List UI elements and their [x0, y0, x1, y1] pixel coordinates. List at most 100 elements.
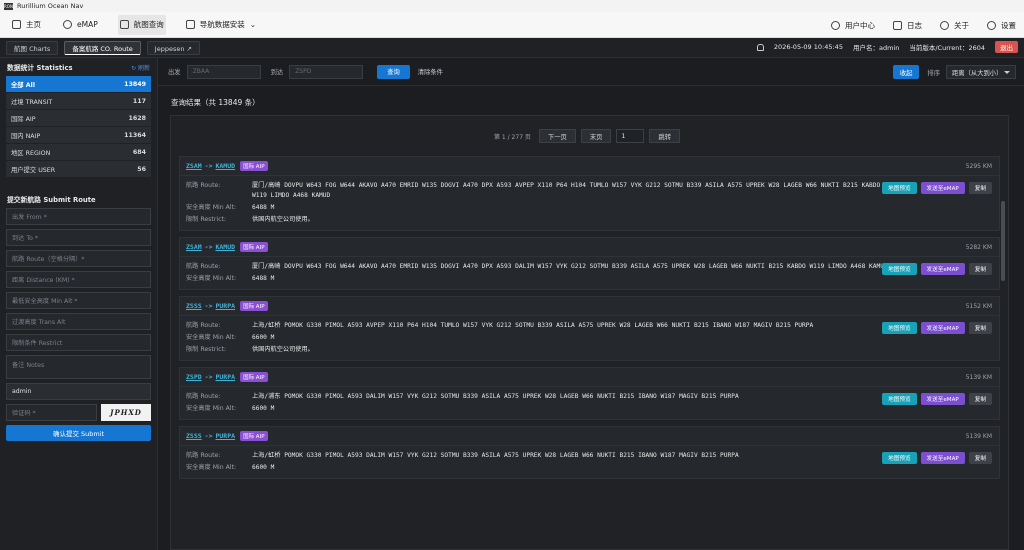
captcha-field[interactable]: 验证码 * — [6, 404, 97, 421]
captcha-image[interactable]: JPHXD — [101, 404, 151, 421]
card-header: ZSAM -> KAMUD 国际 AIP 5295 KM — [180, 157, 999, 176]
menu-chart-query[interactable]: 航图查询 — [117, 14, 166, 35]
send-emap-button[interactable]: 发送至eMAP — [920, 393, 965, 405]
arrow-right-icon: -> — [204, 373, 213, 381]
distance: 5139 KM — [965, 433, 992, 440]
send-emap-button[interactable]: 发送至eMAP — [920, 182, 965, 194]
results-list: 第 1 / 277 页 下一页 末页 1 跳转 ZSAM -> KAMUD 国际 A… — [170, 115, 1009, 550]
refresh-button[interactable]: ↻ 刷新 — [131, 63, 150, 72]
copy-button[interactable]: 复制 — [968, 182, 992, 194]
page-number-input[interactable]: 1 — [616, 129, 645, 143]
clear-filter-link[interactable]: 清除条件 — [418, 67, 443, 76]
to-input[interactable]: ZSPD — [289, 64, 364, 79]
copy-button[interactable]: 复制 — [968, 452, 992, 464]
collapse-button[interactable]: 收起 — [892, 65, 920, 79]
card-body: 航路 Route: 厦门/高崎 DOVPU W643 FOG W644 AKAVO… — [180, 257, 999, 289]
restrict-value: 供国内航空公司使用。 — [252, 346, 314, 353]
submit-button[interactable]: 确认提交 Submit — [6, 425, 151, 441]
route-title-link[interactable]: ZSAM -> KAMUD — [186, 243, 235, 251]
menu-about[interactable]: 关于 — [938, 15, 971, 35]
window-title: Rurillium Ocean Nav — [17, 2, 84, 10]
card-header: ZSSS -> PURPA 国际 AIP 5152 KM — [180, 297, 999, 316]
distance: 5295 KM — [965, 163, 992, 170]
stat-region[interactable]: 地区 REGION 684 — [6, 144, 151, 160]
route-card: ZSSS -> PURPA 国际 AIP 5139 KM 航路 Route: 上海/虹… — [179, 426, 1000, 479]
distance-field[interactable]: 距离 Distance (KM) * — [6, 271, 151, 288]
min-alt-field[interactable]: 最低安全高度 Min Alt * — [6, 292, 151, 309]
download-icon — [185, 20, 195, 29]
category-badge: 国际 AIP — [240, 301, 268, 311]
filter-bar: 出发 ZBAA 到达 ZSPD 查询 清除条件 收起 排序 距离（从大到小） — [158, 58, 1024, 86]
query-button[interactable]: 查询 — [377, 64, 410, 79]
card-body: 航路 Route: 上海/虹桥 POMOK G330 PIMOL A593 DAL… — [180, 446, 999, 478]
distance: 5139 KM — [965, 374, 992, 381]
route-card: ZSAM -> KAMUD 国际 AIP 5282 KM 航路 Route: 厦门/高… — [179, 237, 1000, 290]
route-title-link[interactable]: ZSSS -> PURPA — [186, 302, 235, 310]
menu-emap[interactable]: eMAP — [61, 15, 100, 35]
sort-select[interactable]: 距离（从大到小） — [946, 65, 1016, 79]
route-string: 上海/虹桥 POMOK G330 PIMOL A593 AVPEP X110 P… — [252, 322, 814, 329]
category-badge: 国际 AIP — [240, 242, 268, 252]
copy-button[interactable]: 复制 — [968, 393, 992, 405]
map-preview-button[interactable]: 地图预览 — [882, 452, 917, 464]
globe-icon — [63, 20, 72, 29]
tab-charts[interactable]: 航图 Charts — [6, 40, 59, 55]
sort-label: 排序 — [927, 69, 940, 77]
map-preview-button[interactable]: 地图预览 — [882, 182, 917, 194]
username-display: 用户名：admin — [852, 44, 900, 52]
min-alt-value: 6600 M — [252, 334, 275, 341]
copy-button[interactable]: 复制 — [968, 322, 992, 334]
send-emap-button[interactable]: 发送至eMAP — [920, 452, 965, 464]
notes-field[interactable]: 备注 Notes — [6, 355, 151, 379]
stat-all[interactable]: 全部 All 13849 — [6, 76, 151, 92]
tab-jeppesen[interactable]: Jeppesen ↗ — [146, 40, 200, 55]
menu-user-center[interactable]: 用户中心 — [829, 15, 877, 35]
submit-header: 提交新航路 Submit Route — [7, 196, 96, 204]
route-string: 上海/浦东 POMOK G330 PIMOL A593 DALIM W157 V… — [252, 393, 739, 400]
map-preview-button[interactable]: 地图预览 — [882, 263, 917, 275]
logout-button[interactable]: 退出 — [995, 41, 1018, 53]
menu-navdata-install[interactable]: 导航数据安装 ⌄ — [184, 15, 258, 35]
document-icon — [119, 20, 129, 29]
next-page-button[interactable]: 下一页 — [538, 129, 576, 143]
stat-naip[interactable]: 国内 NAIP 11364 — [6, 127, 151, 143]
stat-user[interactable]: 用户提交 USER 56 — [6, 161, 151, 177]
help-icon — [940, 20, 949, 30]
stat-aip[interactable]: 国际 AIP 1628 — [6, 110, 151, 126]
last-page-button[interactable]: 末页 — [580, 129, 612, 143]
from-field[interactable]: 出发 From * — [6, 208, 151, 225]
pager: 第 1 / 277 页 下一页 末页 1 跳转 — [171, 116, 1008, 156]
category-badge: 国际 AIP — [240, 161, 268, 171]
to-field[interactable]: 到达 To * — [6, 229, 151, 246]
restrict-field[interactable]: 限制条件 Restrict — [6, 334, 151, 351]
jump-button[interactable]: 跳转 — [649, 129, 680, 143]
send-emap-button[interactable]: 发送至eMAP — [920, 322, 965, 334]
menu-settings[interactable]: 设置 — [985, 15, 1018, 35]
send-emap-button[interactable]: 发送至eMAP — [920, 263, 965, 275]
route-field[interactable]: 航路 Route（空格分隔）* — [6, 250, 151, 267]
min-alt-value: 6488 M — [252, 204, 275, 211]
window-titlebar: RON Rurillium Ocean Nav — [0, 0, 1024, 12]
route-title-link[interactable]: ZSAM -> KAMUD — [186, 162, 235, 170]
chevron-down-icon — [1004, 70, 1010, 74]
tab-co-route[interactable]: 备案航路 CO. Route — [64, 40, 141, 55]
route-title-link[interactable]: ZSPD -> PURPA — [186, 373, 235, 381]
trans-alt-field[interactable]: 过渡高度 Trans Alt — [6, 313, 151, 330]
stat-transit[interactable]: 过境 TRANSIT 117 — [6, 93, 151, 109]
map-preview-button[interactable]: 地图预览 — [882, 322, 917, 334]
username-field[interactable]: admin — [6, 383, 151, 400]
user-icon — [831, 20, 840, 30]
category-badge: 国际 AIP — [240, 372, 268, 382]
home-icon — [12, 20, 21, 29]
menu-home[interactable]: 主页 — [10, 15, 43, 35]
results-scrollbar[interactable] — [1001, 201, 1005, 281]
from-input[interactable]: ZBAA — [186, 64, 261, 79]
bell-icon[interactable] — [756, 43, 764, 51]
menu-log[interactable]: 日志 — [891, 15, 924, 35]
chevron-down-icon: ⌄ — [249, 20, 257, 29]
map-preview-button[interactable]: 地图预览 — [882, 393, 917, 405]
route-card: ZSPD -> PURPA 国际 AIP 5139 KM 航路 Route: 上海/浦… — [179, 367, 1000, 420]
copy-button[interactable]: 复制 — [968, 263, 992, 275]
results-title: 查询结果（共 13849 条） — [171, 98, 260, 107]
route-title-link[interactable]: ZSSS -> PURPA — [186, 432, 235, 440]
